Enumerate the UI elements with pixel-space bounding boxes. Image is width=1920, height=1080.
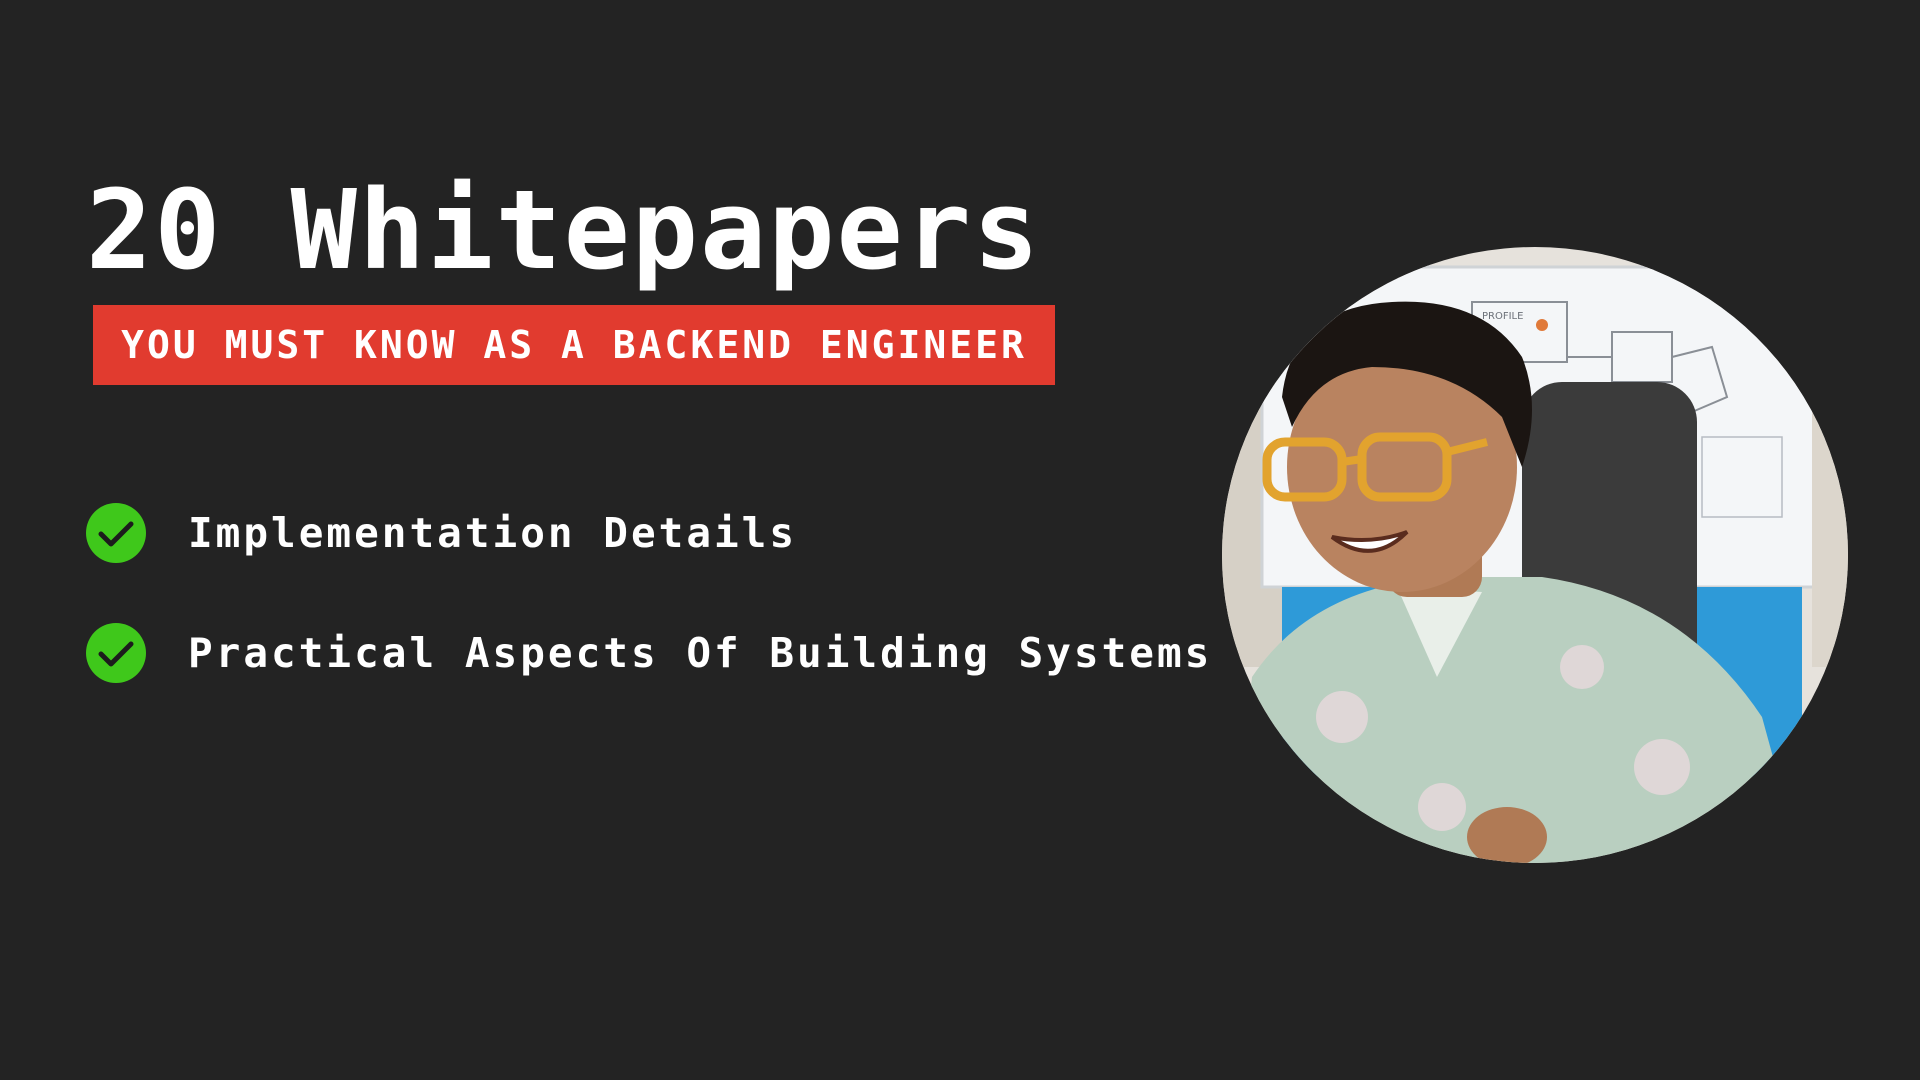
whiteboard-note: PROFILE xyxy=(1482,311,1523,322)
subtitle-banner: YOU MUST KNOW AS A BACKEND ENGINEER xyxy=(93,305,1055,385)
presenter-illustration: PROFILE xyxy=(1222,247,1848,863)
check-circle-icon xyxy=(86,503,146,563)
feature-list: Implementation Details Practical Aspects… xyxy=(86,500,1236,740)
check-circle-icon xyxy=(86,623,146,683)
feature-item: Practical Aspects Of Building Systems xyxy=(86,620,1236,686)
feature-item: Implementation Details xyxy=(86,500,1236,566)
presenter-webcam: PROFILE xyxy=(1222,247,1848,863)
slide: 20 Whitepapers YOU MUST KNOW AS A BACKEN… xyxy=(0,0,1920,1080)
feature-label: Practical Aspects Of Building Systems xyxy=(188,629,1213,677)
subtitle-text: YOU MUST KNOW AS A BACKEND ENGINEER xyxy=(121,323,1027,367)
feature-label: Implementation Details xyxy=(188,509,798,557)
slide-title: 20 Whitepapers xyxy=(86,166,1042,294)
